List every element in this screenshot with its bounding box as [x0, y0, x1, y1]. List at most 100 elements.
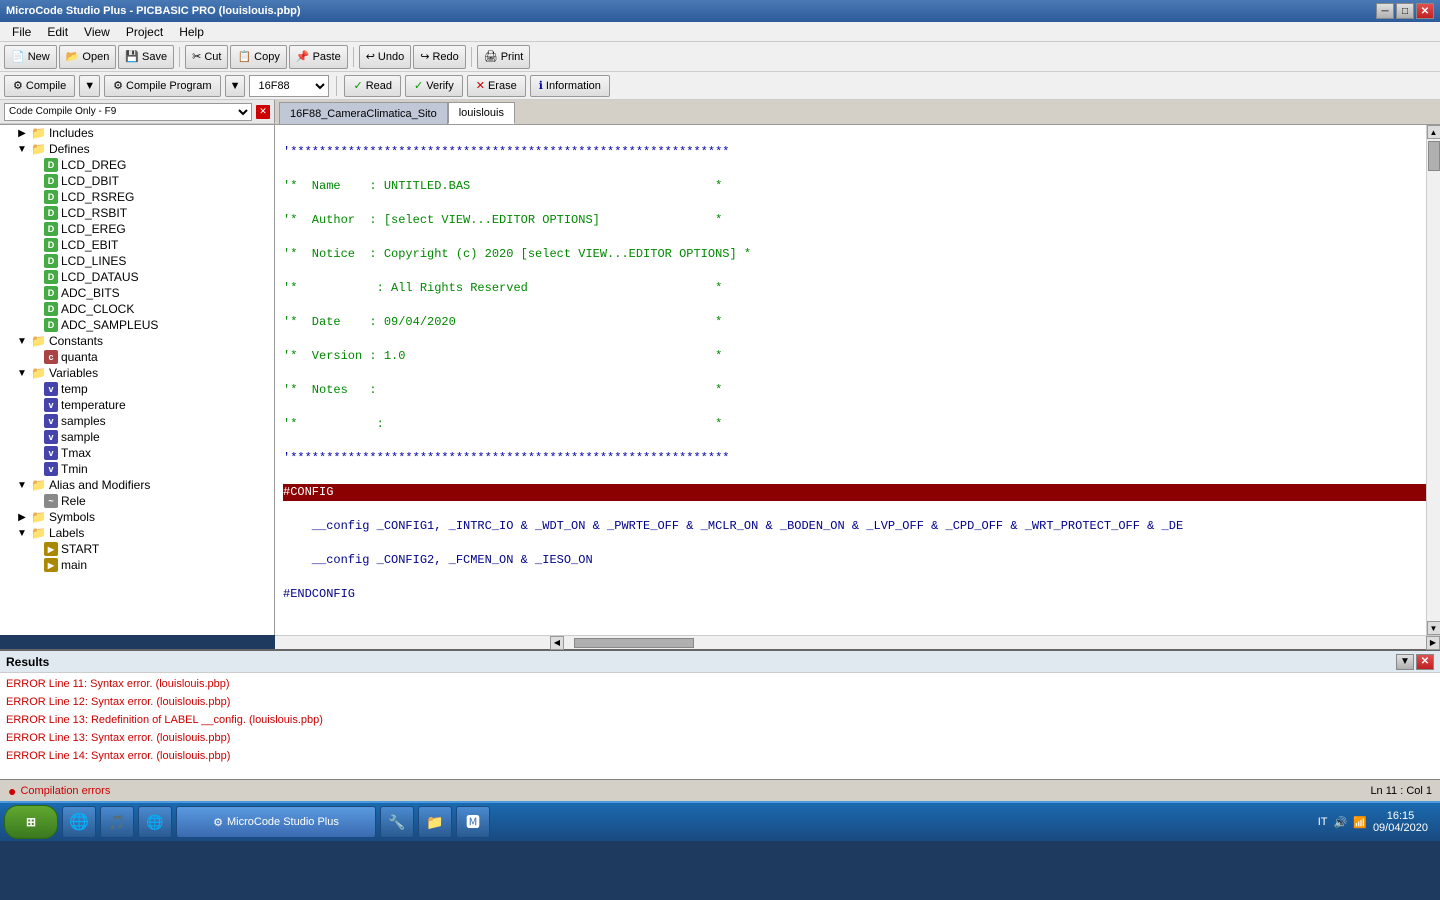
taskbar-extra2-button[interactable]: 📁	[418, 806, 452, 838]
taskbar-microcode-button[interactable]: ⚙ MicroCode Studio Plus	[176, 806, 376, 838]
scroll-up-button[interactable]: ▲	[1427, 125, 1440, 139]
taskbar-extra3-button[interactable]: 🅼	[456, 806, 490, 838]
folder-icon: 📁	[31, 526, 46, 540]
tree-item-temperature[interactable]: v temperature	[0, 397, 274, 413]
error-line-5: ERROR Line 14: Syntax error. (louislouis…	[6, 747, 1434, 765]
taskbar: ⊞ 🌐 🎵 🌐 ⚙ MicroCode Studio Plus 🔧 📁 🅼 IT…	[0, 801, 1440, 841]
print-button[interactable]: 🖨 Print	[477, 45, 531, 69]
panel-mode-select[interactable]: Code Compile Only - F9	[4, 103, 252, 121]
results-close-button[interactable]: ✕	[1416, 654, 1434, 670]
d-icon: D	[44, 222, 58, 236]
tree-alias[interactable]: ▼ 📁 Alias and Modifiers	[0, 477, 274, 493]
undo-button[interactable]: ↩ Undo	[359, 45, 412, 69]
tree-item-tmin[interactable]: v Tmin	[0, 461, 274, 477]
compile-button[interactable]: ⚙ Compile	[4, 75, 75, 97]
tree-constants[interactable]: ▼ 📁 Constants	[0, 333, 274, 349]
erase-button[interactable]: ✕ Erase	[467, 75, 526, 97]
tree-item-main[interactable]: ▶ main	[0, 557, 274, 573]
scroll-right-button[interactable]: ▶	[1426, 636, 1440, 650]
menu-help[interactable]: Help	[171, 23, 212, 41]
tab-camera[interactable]: 16F88_CameraClimatica_Sito	[279, 102, 448, 124]
tree-symbols[interactable]: ▶ 📁 Symbols	[0, 509, 274, 525]
status-bar: ● Compilation errors Ln 11 : Col 1	[0, 779, 1440, 801]
title-bar-controls: ─ □ ✕	[1376, 3, 1434, 19]
tree-includes[interactable]: ▶ 📁 Includes	[0, 125, 274, 141]
taskbar-app1-button[interactable]: 🎵	[100, 806, 134, 838]
tree-item-temp[interactable]: v temp	[0, 381, 274, 397]
scroll-thumb[interactable]	[1428, 141, 1440, 171]
open-button[interactable]: 📂 Open	[59, 45, 117, 69]
scroll-down-button[interactable]: ▼	[1427, 621, 1440, 635]
compile-icon: ⚙	[13, 79, 23, 92]
folder-icon: 📁	[31, 366, 46, 380]
taskbar-app2-button[interactable]: 🌐	[138, 806, 172, 838]
cut-icon: ✂	[192, 50, 201, 63]
new-button[interactable]: 📄 New	[4, 45, 57, 69]
scroll-left-button[interactable]: ◀	[550, 636, 564, 650]
hscroll-thumb[interactable]	[574, 638, 694, 648]
vertical-scrollbar[interactable]: ▲ ▼	[1426, 125, 1440, 635]
tree-item-lcd-dataus[interactable]: D LCD_DATAUS	[0, 269, 274, 285]
cut-button[interactable]: ✂ Cut	[185, 45, 228, 69]
content-area: ▶ 📁 Includes ▼ 📁 Defines D LCD_DREG D LC…	[0, 125, 1440, 635]
save-button[interactable]: 💾 Save	[118, 45, 174, 69]
taskbar-ie-button[interactable]: 🌐	[62, 806, 96, 838]
d-icon: D	[44, 270, 58, 284]
tray-time: 16:15 09/04/2020	[1373, 810, 1428, 834]
d-icon: D	[44, 318, 58, 332]
paste-button[interactable]: 📌 Paste	[289, 45, 348, 69]
tree-item-lcd-rsbit[interactable]: D LCD_RSBIT	[0, 205, 274, 221]
code-scroll-area[interactable]: '***************************************…	[275, 125, 1426, 635]
code-line-13: __config _CONFIG2, _FCMEN_ON & _IESO_ON	[283, 552, 1426, 569]
tree-item-lcd-ebit[interactable]: D LCD_EBIT	[0, 237, 274, 253]
read-button[interactable]: ✓ Read	[344, 75, 401, 97]
tree-item-start[interactable]: ▶ START	[0, 541, 274, 557]
menu-edit[interactable]: Edit	[39, 23, 76, 41]
compile-dropdown[interactable]: ▼	[79, 75, 100, 97]
constants-label: Constants	[49, 334, 103, 348]
tree-item-rele[interactable]: ~ Rele	[0, 493, 274, 509]
tree-item-lcd-dreg[interactable]: D LCD_DREG	[0, 157, 274, 173]
compile-program-button[interactable]: ⚙ Compile Program	[104, 75, 220, 97]
menu-view[interactable]: View	[76, 23, 118, 41]
tree-item-lcd-dbit[interactable]: D LCD_DBIT	[0, 173, 274, 189]
code-line-2: '* Name : UNTITLED.BAS *	[283, 178, 1426, 195]
start-button[interactable]: ⊞	[4, 805, 58, 839]
code-editor[interactable]: '***************************************…	[275, 125, 1440, 635]
chip-select[interactable]: 16F88	[249, 75, 329, 97]
tree-item-samples[interactable]: v samples	[0, 413, 274, 429]
tab-louislouis[interactable]: louislouis	[448, 102, 515, 124]
tree-item-sample[interactable]: v sample	[0, 429, 274, 445]
information-button[interactable]: ℹ Information	[530, 75, 610, 97]
tree-defines[interactable]: ▼ 📁 Defines	[0, 141, 274, 157]
panel-close-button[interactable]: ✕	[256, 105, 270, 119]
restore-button[interactable]: □	[1396, 3, 1414, 19]
close-button[interactable]: ✕	[1416, 3, 1434, 19]
menu-file[interactable]: File	[4, 23, 39, 41]
minimize-button[interactable]: ─	[1376, 3, 1394, 19]
tab-strip: 16F88_CameraClimatica_Sito louislouis	[275, 100, 515, 124]
date-display: 09/04/2020	[1373, 822, 1428, 834]
horizontal-scrollbar[interactable]: ◀ ▶	[275, 635, 1440, 649]
v-icon: v	[44, 462, 58, 476]
tree-labels[interactable]: ▼ 📁 Labels	[0, 525, 274, 541]
tree-variables[interactable]: ▼ 📁 Variables	[0, 365, 274, 381]
redo-button[interactable]: ↪ Redo	[413, 45, 466, 69]
expand-variables-icon: ▼	[16, 368, 28, 379]
tree-item-lcd-lines[interactable]: D LCD_LINES	[0, 253, 274, 269]
tree-item-adc-sampleus[interactable]: D ADC_SAMPLEUS	[0, 317, 274, 333]
tree-item-lcd-ereg[interactable]: D LCD_EREG	[0, 221, 274, 237]
verify-button[interactable]: ✓ Verify	[405, 75, 463, 97]
menu-project[interactable]: Project	[118, 23, 171, 41]
tree-item-tmax[interactable]: v Tmax	[0, 445, 274, 461]
copy-button[interactable]: 📋 Copy	[230, 45, 286, 69]
taskbar-extra1-button[interactable]: 🔧	[380, 806, 414, 838]
tree-item-lcd-rsreg[interactable]: D LCD_RSREG	[0, 189, 274, 205]
results-minimize-button[interactable]: ▼	[1396, 654, 1414, 670]
tree-item-adc-clock[interactable]: D ADC_CLOCK	[0, 301, 274, 317]
compile-program-dropdown[interactable]: ▼	[225, 75, 246, 97]
tree-item-quanta[interactable]: c quanta	[0, 349, 274, 365]
code-content[interactable]: '***************************************…	[275, 125, 1426, 635]
tree-item-adc-bits[interactable]: D ADC_BITS	[0, 285, 274, 301]
code-line-5: '* : All Rights Reserved *	[283, 280, 1426, 297]
